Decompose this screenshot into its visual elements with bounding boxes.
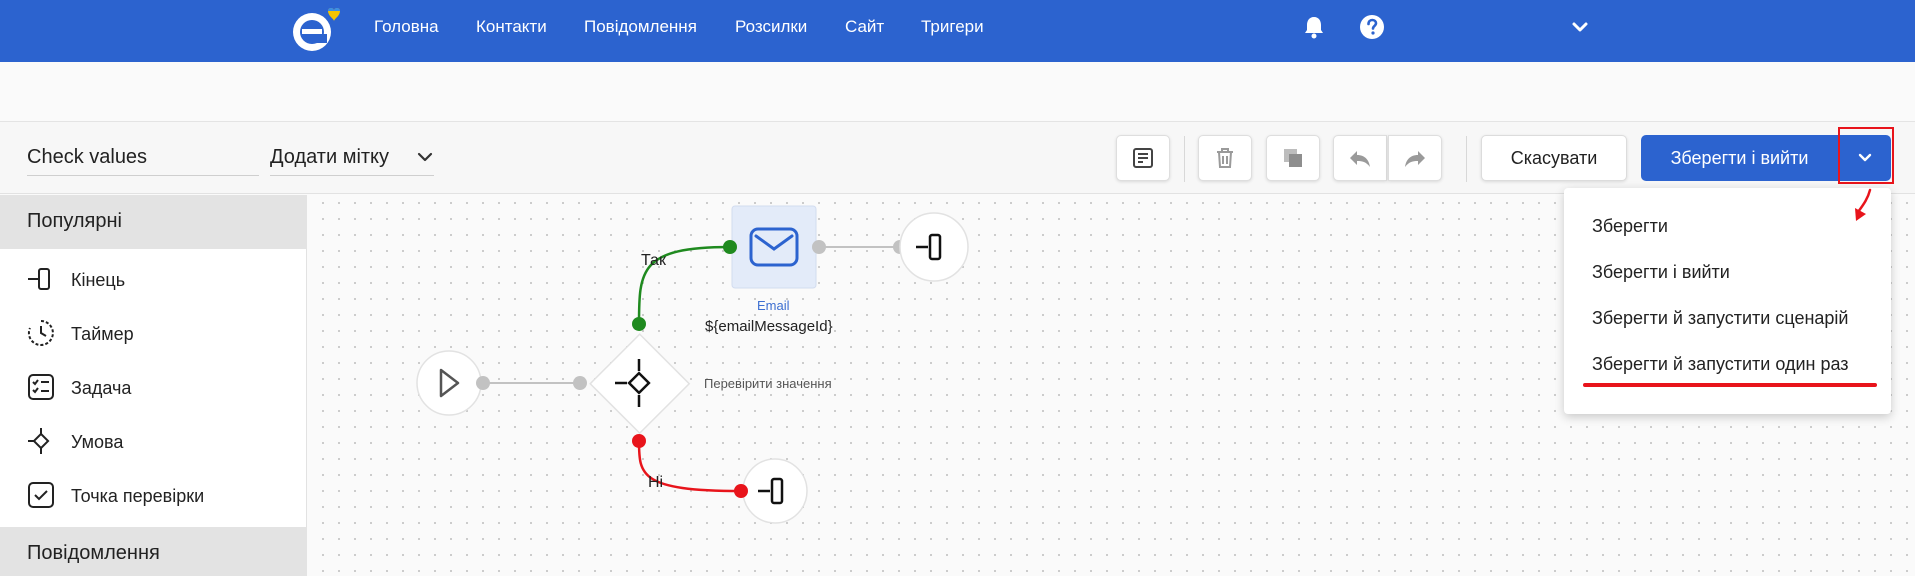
nav-messages[interactable]: Повідомлення	[584, 17, 697, 37]
logo-icon[interactable]	[290, 5, 354, 55]
port-dot[interactable]	[734, 484, 748, 498]
nav-contacts[interactable]: Контакти	[476, 17, 547, 37]
email-node[interactable]	[731, 205, 817, 289]
nav-mailings[interactable]: Розсилки	[735, 17, 807, 37]
sidebar-item-timer[interactable]: Таймер	[0, 306, 307, 360]
add-tag-label: Додати мітку	[270, 146, 390, 168]
element-sidebar: Популярні Кінець Таймер Задача Умова Точ…	[0, 195, 307, 576]
undo-button[interactable]	[1333, 135, 1387, 181]
start-node[interactable]	[416, 350, 482, 416]
copy-button[interactable]	[1266, 135, 1320, 181]
timer-icon	[27, 320, 54, 346]
redo-button[interactable]	[1388, 135, 1442, 181]
port-dot[interactable]	[723, 240, 737, 254]
task-icon	[28, 374, 54, 400]
delete-button[interactable]	[1198, 135, 1252, 181]
sidebar-item-label: Таймер	[71, 324, 134, 344]
nav-site[interactable]: Сайт	[845, 17, 884, 37]
scenario-toolbar: Check values Додати мітку Скасувати Збер…	[0, 122, 1915, 194]
nav-home[interactable]: Головна	[374, 17, 439, 37]
notes-button[interactable]	[1116, 135, 1170, 181]
nav-triggers[interactable]: Тригери	[921, 17, 984, 37]
checkpoint-icon	[28, 482, 54, 508]
end-icon	[28, 268, 50, 290]
end-node[interactable]	[742, 458, 808, 524]
top-nav: Головна Контакти Повідомлення Розсилки С…	[0, 0, 1915, 62]
chevron-down-icon	[417, 152, 433, 162]
save-and-exit-button[interactable]: Зберегти і вийти	[1641, 135, 1838, 181]
menu-item-save[interactable]: Зберегти	[1592, 216, 1668, 237]
save-options-menu: Зберегти Зберегти і вийти Зберегти й зап…	[1564, 188, 1891, 414]
condition-icon	[28, 428, 50, 454]
yes-branch-label: Так	[641, 252, 666, 269]
port-dot[interactable]	[573, 376, 587, 390]
redo-icon	[1405, 151, 1425, 167]
port-dot[interactable]	[812, 240, 826, 254]
condition-node-label: Перевірити значення	[704, 376, 832, 391]
email-node-type: Email	[757, 298, 790, 313]
sidebar-item-end[interactable]: Кінець	[0, 252, 307, 306]
copy-icon	[1284, 149, 1302, 167]
no-branch-label: Ні	[648, 474, 664, 491]
toolbar-divider	[1184, 136, 1185, 182]
help-icon[interactable]	[1358, 13, 1386, 41]
sidebar-item-label: Кінець	[71, 270, 126, 290]
section-popular[interactable]: Популярні	[0, 195, 307, 249]
sidebar-item-task[interactable]: Задача	[0, 360, 307, 414]
sidebar-item-condition[interactable]: Умова	[0, 414, 307, 468]
undo-icon	[1350, 151, 1370, 167]
bell-icon[interactable]	[1300, 13, 1328, 41]
end-node[interactable]	[899, 212, 969, 282]
menu-item-save-run[interactable]: Зберегти й запустити сценарій	[1592, 308, 1848, 329]
menu-item-save-exit[interactable]: Зберегти і вийти	[1592, 262, 1730, 283]
sidebar-item-label: Задача	[71, 378, 132, 398]
section-messages[interactable]: Повідомлення	[0, 527, 307, 576]
toolbar-divider	[1466, 136, 1467, 182]
add-tag-select[interactable]: Додати мітку	[270, 142, 434, 176]
chevron-down-icon	[1858, 153, 1872, 162]
trash-icon	[1217, 148, 1233, 168]
notes-icon	[1133, 148, 1153, 168]
annotation-underline	[1583, 383, 1877, 387]
email-message-id: ${emailMessageId}	[705, 318, 833, 335]
no-port[interactable]	[632, 434, 646, 448]
scenario-name-field[interactable]: Check values	[27, 142, 259, 176]
yes-port[interactable]	[632, 317, 646, 331]
sidebar-item-label: Точка перевірки	[71, 486, 205, 506]
annotation-arrow-icon	[1855, 188, 1872, 221]
menu-item-save-run-once[interactable]: Зберегти й запустити один раз	[1592, 354, 1849, 375]
save-options-toggle[interactable]	[1839, 135, 1891, 181]
sidebar-item-label: Умова	[71, 432, 124, 452]
cancel-button[interactable]: Скасувати	[1481, 135, 1627, 181]
chevron-down-icon[interactable]	[1566, 13, 1594, 41]
sub-header	[0, 62, 1915, 122]
port-dot[interactable]	[476, 376, 490, 390]
sidebar-item-checkpoint[interactable]: Точка перевірки	[0, 468, 307, 522]
